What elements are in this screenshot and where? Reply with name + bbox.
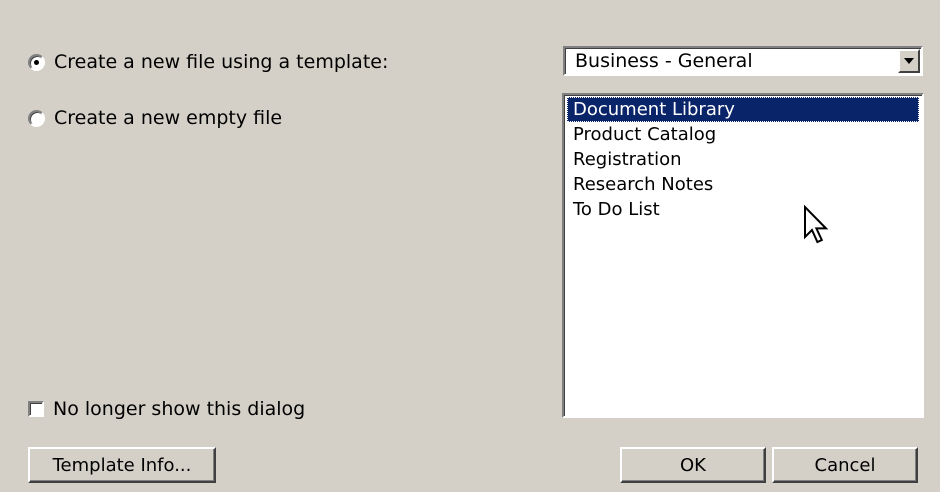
category-dropdown[interactable]: Business - General xyxy=(563,46,923,76)
ok-button[interactable]: OK xyxy=(620,447,766,483)
empty-file-radio-option[interactable]: Create a new empty file xyxy=(28,106,282,130)
empty-file-radio-button[interactable] xyxy=(28,109,45,127)
cancel-button[interactable]: Cancel xyxy=(772,447,918,483)
category-dropdown-value: Business - General xyxy=(575,50,753,72)
no-longer-show-option[interactable]: No longer show this dialog xyxy=(28,397,305,421)
dropdown-button[interactable] xyxy=(898,49,920,73)
mouse-pointer-icon xyxy=(803,205,829,245)
template-radio-button[interactable] xyxy=(28,53,45,71)
chevron-down-icon xyxy=(904,58,914,64)
list-item[interactable]: Registration xyxy=(567,147,919,172)
template-radio-label: Create a new file using a template: xyxy=(54,51,389,73)
list-item[interactable]: To Do List xyxy=(567,197,919,222)
no-longer-show-label: No longer show this dialog xyxy=(53,398,306,420)
empty-file-radio-label: Create a new empty file xyxy=(54,107,283,129)
list-item[interactable]: Product Catalog xyxy=(567,122,919,147)
template-radio-option[interactable]: Create a new file using a template: xyxy=(28,50,388,74)
list-item[interactable]: Research Notes xyxy=(567,172,919,197)
radio-selected-dot xyxy=(34,59,39,65)
no-longer-show-checkbox[interactable] xyxy=(28,401,44,417)
template-listbox[interactable]: Document Library Product Catalog Registr… xyxy=(562,93,924,418)
list-item[interactable]: Document Library xyxy=(567,97,919,122)
template-info-button[interactable]: Template Info... xyxy=(28,447,216,483)
